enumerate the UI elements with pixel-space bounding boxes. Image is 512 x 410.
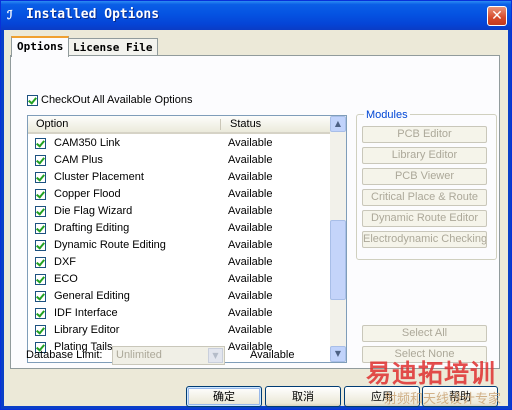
pcb-viewer-button[interactable]: PCB Viewer [362,168,487,185]
list-item[interactable]: Die Flag Wizard Available [28,203,330,220]
scroll-up-icon[interactable]: ▲ [330,116,346,132]
option-status: Available [228,171,273,183]
option-status: Available [228,205,273,217]
list-item[interactable]: Cluster Placement Available [28,169,330,186]
option-checkbox[interactable] [35,223,46,234]
list-header: Option Status [28,116,330,134]
option-name: CAM350 Link [54,137,121,149]
tab-options[interactable]: Options [11,36,70,57]
pcb-editor-button[interactable]: PCB Editor [362,126,487,143]
option-status: Available [228,188,273,200]
watermark-tagline: 射频和天线设计专家 [384,392,502,407]
list-item[interactable]: Copper Flood Available [28,186,330,203]
database-limit-status: Available [250,349,295,361]
option-checkbox[interactable] [35,308,46,319]
list-scrollbar[interactable]: ▲ ▼ [330,116,346,362]
scroll-thumb[interactable] [330,220,346,300]
select-all-button[interactable]: Select All [362,325,487,342]
cancel-button[interactable]: 取消 [265,386,341,407]
option-checkbox[interactable] [35,172,46,183]
option-checkbox[interactable] [35,206,46,217]
list-item[interactable]: CAM Plus Available [28,152,330,169]
option-name: General Editing [54,290,130,302]
option-name: DXF [54,256,76,268]
option-name: Cluster Placement [54,171,144,183]
list-item[interactable]: Drafting Editing Available [28,220,330,237]
app-icon: ℐ [7,8,13,22]
option-checkbox[interactable] [35,240,46,251]
option-checkbox[interactable] [35,325,46,336]
list-item[interactable]: CAM350 Link Available [28,135,330,152]
option-status: Available [228,137,273,149]
database-limit-label: Database Limit: [26,349,103,361]
ok-button[interactable]: 确定 [186,386,262,407]
option-name: Die Flag Wizard [54,205,133,217]
option-checkbox[interactable] [35,257,46,268]
modules-legend: Modules [364,109,410,121]
list-item[interactable]: IDF Interface Available [28,305,330,322]
option-checkbox[interactable] [35,138,46,149]
option-status: Available [228,239,273,251]
option-status: Available [228,273,273,285]
chevron-down-icon[interactable]: ▼ [208,348,223,363]
list-item[interactable]: DXF Available [28,254,330,271]
options-tab-panel: CheckOut All Available Options Option St… [10,55,500,369]
dialog-body: Options License File CheckOut All Availa… [4,30,508,407]
watermark-logo-text: 易迪拓培训 [366,359,497,388]
column-divider[interactable] [220,119,221,130]
option-checkbox[interactable] [35,155,46,166]
list-item[interactable]: General Editing Available [28,288,330,305]
option-name: Library Editor [54,324,120,336]
window-title: Installed Options [26,7,160,22]
list-item[interactable]: ECO Available [28,271,330,288]
option-name: IDF Interface [54,307,118,319]
option-name: Drafting Editing [54,222,130,234]
options-list: Option Status CAM350 Link Available CAM Pl… [27,115,347,363]
installed-options-window: ℐ Installed Options ✕ Options License Fi… [0,0,512,410]
close-icon: ✕ [491,8,503,24]
option-name: CAM Plus [54,154,103,166]
library-editor-button[interactable]: Library Editor [362,147,487,164]
database-limit-select[interactable]: Unlimited ▼ [112,346,225,365]
option-checkbox[interactable] [35,291,46,302]
scroll-down-icon[interactable]: ▼ [330,346,346,362]
option-status: Available [228,154,273,166]
checkout-all-checkbox[interactable]: CheckOut All Available Options [27,93,192,106]
watermark: 易迪拓培训 射频和天线设计专家 [360,352,510,408]
list-item[interactable]: Library Editor Available [28,322,330,339]
option-name: Dynamic Route Editing [54,239,166,251]
electrodynamic-checking-button[interactable]: Electrodynamic Checking [362,231,487,248]
column-header-status[interactable]: Status [230,116,261,132]
checkout-all-label: CheckOut All Available Options [41,94,193,106]
option-name: ECO [54,273,78,285]
dynamic-route-editor-button[interactable]: Dynamic Route Editor [362,210,487,227]
close-button[interactable]: ✕ [487,6,507,26]
option-status: Available [228,256,273,268]
option-status: Available [228,222,273,234]
tab-license-file[interactable]: License File [67,38,159,56]
option-status: Available [228,307,273,319]
database-limit-value: Unlimited [116,349,162,361]
option-name: Copper Flood [54,188,121,200]
title-bar[interactable]: ℐ Installed Options ✕ [1,1,511,30]
critical-place-route-button[interactable]: Critical Place & Route [362,189,487,206]
option-checkbox[interactable] [35,189,46,200]
option-status: Available [228,324,273,336]
checkbox-icon[interactable] [27,94,38,106]
option-checkbox[interactable] [35,274,46,285]
list-item[interactable]: Dynamic Route Editing Available [28,237,330,254]
column-header-option[interactable]: Option [36,116,68,132]
option-status: Available [228,290,273,302]
